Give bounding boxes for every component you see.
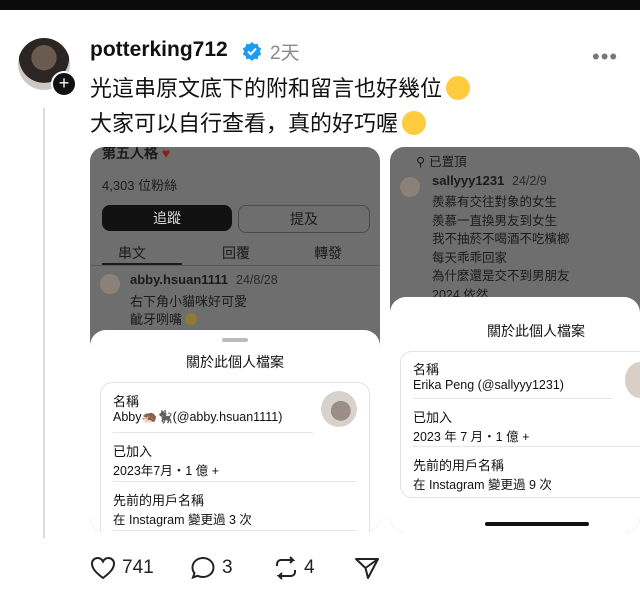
mention-button: 提及 (238, 205, 370, 233)
previous-usernames-label: 先前的用戶名稱 (113, 493, 205, 508)
post-line: 每天乖乖回家 (432, 250, 508, 265)
follow-plus-icon[interactable]: + (51, 71, 77, 97)
previous-usernames-value: 在 Instagram 變更過 9 次 (413, 478, 552, 492)
sheet-handle (222, 338, 248, 342)
verified-badge-icon (242, 42, 262, 61)
divider (113, 481, 357, 482)
sheet-title: 關於此個人檔案 (186, 354, 284, 370)
tab-replies: 回覆 (222, 245, 250, 261)
reply-date: 24/8/28 (236, 273, 278, 287)
reply-line-1: 右下角小貓咪好可愛 (130, 294, 248, 309)
repost-count: 4 (304, 557, 315, 578)
post-line: 羨慕一直換男友到女生 (432, 213, 558, 228)
previous-usernames-value: 在 Instagram 變更過 3 次 (113, 513, 252, 527)
profile-info-card: 名稱 Erika Peng (@sallyyy1231) 已加入 2023 年 … (400, 351, 640, 498)
more-options-icon[interactable]: ••• (592, 44, 618, 70)
name-label: 名稱 (113, 394, 140, 409)
username[interactable]: potterking712 (90, 38, 228, 62)
about-profile-sheet: 關於此個人檔案 名稱 Abby🦔🐈‍⬛(@abby.hsuan1111) 已加入… (90, 330, 380, 532)
reply-avatar (100, 274, 120, 294)
post-line: 為什麼還是交不到男朋友 (432, 269, 570, 283)
joined-value: 2023年7月・1 億 + (113, 464, 219, 478)
divider (413, 446, 640, 447)
post-text-line-2: 大家可以自行查看，真的好巧喔 (90, 106, 427, 138)
profile-info-card: 名稱 Abby🦔🐈‍⬛(@abby.hsuan1111) 已加入 2023年7月… (100, 382, 370, 532)
like-count: 741 (122, 557, 154, 578)
post-username: sallyyy1231 (432, 173, 505, 188)
divider (413, 398, 613, 399)
comment-icon[interactable] (190, 556, 216, 580)
tab-threads: 串文 (118, 245, 146, 261)
profile-photo (625, 362, 640, 398)
joined-value: 2023 年 7 月・1 億 + (413, 430, 530, 444)
attached-screenshot-1[interactable]: 第五人格 ♥ 4,303 位粉絲 追蹤 提及 串文 回覆 轉發 abby.hsu… (90, 147, 380, 532)
post-body: 羨慕有交往對象的女生 羨慕一直換男友到女生 我不抽菸不喝酒不吃檳榔 每天乖乖回家… (432, 193, 570, 304)
share-icon[interactable] (354, 556, 380, 580)
profile-tabs: 串文 回覆 轉發 (90, 239, 380, 266)
pinned-label: ⚲ 已置頂 (416, 155, 467, 169)
name-value: Abby🦔🐈‍⬛(@abby.hsuan1111) (113, 410, 283, 424)
post-avatar (400, 177, 420, 197)
joined-label: 已加入 (113, 444, 153, 459)
home-indicator (485, 522, 589, 526)
reply-line-2: 齜牙咧嘴 (130, 309, 198, 328)
profile-name-partial: 第五人格 ♥ (102, 147, 171, 161)
post-timestamp: 2天 (270, 43, 300, 64)
post-line: 我不抽菸不喝酒不吃檳榔 (432, 232, 570, 246)
previous-usernames-label: 先前的用戶名稱 (413, 458, 505, 473)
reply-username: abby.hsuan1111 (130, 272, 229, 287)
active-tab-indicator (102, 263, 182, 265)
thread-line (43, 108, 45, 538)
tab-reposts: 轉發 (314, 245, 342, 261)
about-profile-sheet: 關於此個人檔案 名稱 Erika Peng (@sallyyy1231) 已加入… (390, 297, 640, 532)
heart-icon[interactable] (90, 556, 116, 580)
follower-count: 4,303 位粉絲 (102, 178, 178, 193)
post-line: 羨慕有交往對象的女生 (432, 195, 558, 209)
name-label: 名稱 (413, 362, 440, 377)
name-value: Erika Peng (@sallyyy1231) (413, 378, 564, 392)
post-date: 24/2/9 (512, 174, 547, 188)
divider (113, 530, 357, 531)
attached-screenshot-2[interactable]: ⚲ 已置頂 sallyyy1231 24/2/9 羨慕有交往對象的女生 羨慕一直換… (390, 147, 640, 532)
joined-label: 已加入 (413, 410, 453, 425)
zany-face-emoji-icon (402, 111, 427, 135)
divider (113, 432, 313, 433)
repost-icon[interactable] (272, 556, 300, 580)
profile-photo (321, 391, 357, 427)
post-text-line-1: 光這串原文底下的附和留言也好幾位 (90, 71, 471, 103)
comment-count: 3 (222, 557, 233, 578)
status-bar (0, 0, 640, 10)
follow-button: 追蹤 (102, 205, 232, 231)
smiling-emoji-icon (446, 76, 471, 100)
sheet-title: 關於此個人檔案 (487, 323, 585, 339)
